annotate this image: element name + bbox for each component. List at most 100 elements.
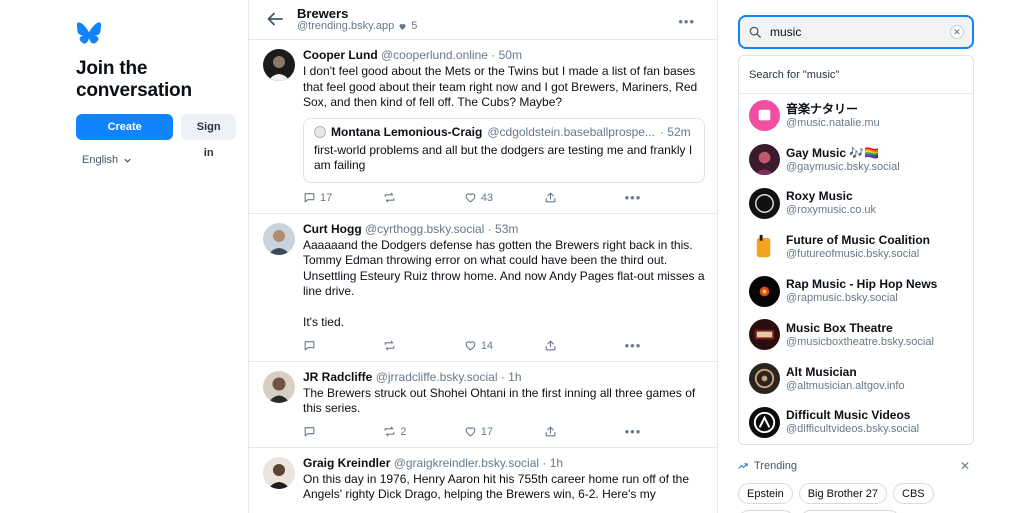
avatar[interactable] [263,456,295,489]
join-heading: Join the conversation [76,58,192,101]
post-text: On this day in 1976, Henry Aaron hit his… [303,471,690,502]
post-more-icon[interactable]: ••• [625,424,705,439]
result-name: 音楽ナタリー [786,101,859,116]
back-arrow-icon[interactable] [267,12,283,26]
post-time[interactable]: · 1h [542,456,563,470]
search-result[interactable]: Roxy Music @roxymusic.co.uk [739,182,973,226]
author-name[interactable]: Curt Hogg [303,222,362,236]
post-text: I don't feel good about the Mets or the … [303,64,698,109]
like-button[interactable]: 17 [464,425,544,438]
author-handle[interactable]: @graigkreindler.bsky.social [394,456,539,470]
search-for-option[interactable]: Search for "music" [739,56,973,94]
butterfly-logo-icon[interactable] [76,22,102,44]
heart-icon [465,427,476,437]
repost-button[interactable] [383,191,463,204]
avatar [749,144,780,176]
search-result[interactable]: Gay Music 🎶🏳️‍🌈 @gaymusic.bsky.social [739,138,973,182]
repost-button[interactable] [383,339,463,352]
post-time[interactable]: · 50m [491,48,522,62]
right-column: music ✕ Search for "music" 音楽ナタリー @music.… [738,15,974,513]
author-name[interactable]: Graig Kreindler [303,456,390,470]
share-button[interactable] [544,191,624,204]
search-icon [749,26,761,38]
search-result[interactable]: Difficult Music Videos @difficultvideos.b… [739,401,973,445]
author-name[interactable]: Cooper Lund [303,48,378,62]
search-result[interactable]: 音楽ナタリー @music.natalie.mu [739,94,973,138]
feed-like-count: 5 [411,20,418,32]
post-item[interactable]: JR Radcliffe @jrradcliffe.bsky.social · … [249,362,717,448]
post-item[interactable]: Graig Kreindler @graigkreindler.bsky.soc… [249,448,717,503]
share-icon [545,426,556,437]
repost-button[interactable]: 2 [383,425,463,438]
author-handle[interactable]: @cooperlund.online [381,48,488,62]
post-item[interactable]: Cooper Lund @cooperlund.online · 50m I d… [249,40,717,214]
trending-tag[interactable]: Big Brother 27 [798,483,888,505]
feed-handle[interactable]: @trending.bsky.app [297,20,394,32]
avatar [749,275,780,307]
avatar [749,406,780,438]
result-name: Difficult Music Videos [786,408,911,423]
post-item[interactable]: Curt Hogg @cyrthogg.bsky.social · 53m Aa… [249,214,717,362]
result-name: Rap Music - Hip Hop News [786,277,938,292]
result-handle: @difficultvideos.bsky.social [786,423,920,436]
author-handle[interactable]: @jrradcliffe.bsky.social [376,370,498,384]
post-text: Aaaaaand the Dodgers defense has gotten … [303,237,705,330]
result-handle: @musicboxtheatre.bsky.social [786,335,934,348]
result-handle: @roxymusic.co.uk [786,204,877,217]
share-button[interactable] [544,425,624,438]
more-options-icon[interactable]: ••• [678,14,695,29]
create-account-button[interactable]: Create account [76,114,174,159]
post-header: JR Radcliffe @jrradcliffe.bsky.social · … [303,370,705,385]
post-more-icon[interactable]: ••• [625,190,705,205]
like-button[interactable]: 14 [464,339,544,352]
post-header: Curt Hogg @cyrthogg.bsky.social · 53m [303,222,705,237]
reply-button[interactable] [303,339,383,352]
trending-tag[interactable]: CBS [893,483,934,505]
feed-title: Brewers [297,6,349,21]
author-handle[interactable]: @cyrthogg.bsky.social [365,222,484,236]
search-result[interactable]: Rap Music - Hip Hop News @rapmusic.bsky.s… [739,269,973,313]
trending-header: Trending ✕ [738,459,974,473]
quoted-post[interactable]: Montana Lemonious-Craig @cdgoldstein.bas… [303,117,705,183]
clear-search-icon[interactable]: ✕ [950,25,964,39]
avatar[interactable] [263,49,295,81]
result-handle: @gaymusic.bsky.social [786,160,900,173]
like-count: 17 [480,425,494,438]
result-name: Roxy Music [786,189,853,204]
result-handle: @futureofmusic.bsky.social [786,248,920,261]
repost-icon [385,340,395,351]
share-icon [545,192,556,203]
search-result[interactable]: Future of Music Coalition @futureofmusic.… [739,225,973,269]
heart-icon [465,193,476,203]
post-text: The Brewers struck out Shohei Ohtani in … [303,385,696,416]
search-query[interactable]: music [770,25,942,39]
result-name: Music Box Theatre [786,320,893,335]
reply-button[interactable] [303,425,383,438]
repost-icon [385,426,395,437]
share-button[interactable] [544,339,624,352]
avatar [749,100,780,132]
result-name: Future of Music Coalition [786,233,930,248]
feed-subtitle: @trending.bsky.app 5 [297,20,417,32]
sign-in-button[interactable]: Sign in [181,114,236,159]
avatar [749,187,780,219]
search-result[interactable]: Music Box Theatre @musicboxtheatre.bsky.s… [739,313,973,357]
like-button[interactable]: 43 [464,191,544,204]
post-time[interactable]: · 53m [488,222,519,236]
quote-author-name: Montana Lemonious-Craig [331,124,483,139]
result-handle: @music.natalie.mu [786,116,880,129]
post-header: Graig Kreindler @graigkreindler.bsky.soc… [303,456,705,471]
avatar[interactable] [263,222,295,255]
search-result[interactable]: Alt Musician @altmusician.altgov.info [739,357,973,401]
search-input[interactable]: music ✕ [738,15,974,49]
trending-tag[interactable]: Epstein [738,483,793,505]
search-dropdown: Search for "music" 音楽ナタリー @music.natalie.… [738,55,974,446]
post-more-icon[interactable]: ••• [625,338,705,353]
quote-time: · 52m [659,124,691,139]
like-count: 43 [480,191,494,204]
close-trending-icon[interactable]: ✕ [960,459,970,473]
reply-button[interactable]: 17 [303,191,383,204]
post-time[interactable]: · 1h [501,370,522,384]
avatar[interactable] [263,370,295,403]
author-name[interactable]: JR Radcliffe [303,370,372,384]
